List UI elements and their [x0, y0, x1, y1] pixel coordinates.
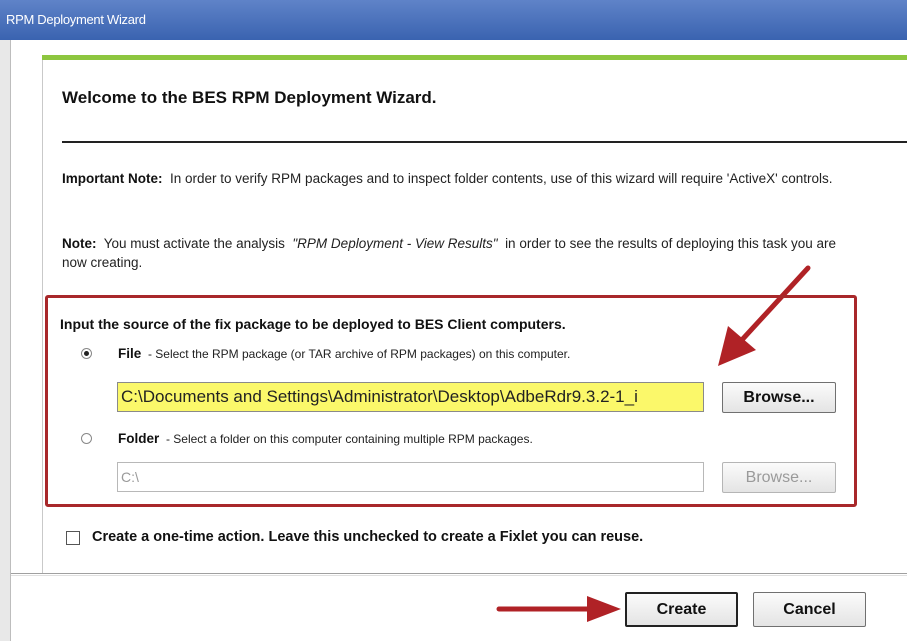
folder-path-input[interactable]: C:\	[117, 462, 704, 492]
file-browse-button[interactable]: Browse...	[722, 382, 836, 413]
create-button[interactable]: Create	[625, 592, 738, 627]
important-note-label: Important Note:	[62, 171, 163, 186]
file-description: - Select the RPM package (or TAR archive…	[147, 347, 571, 361]
file-label: File	[118, 346, 142, 361]
one-time-action-checkbox[interactable]	[66, 531, 80, 545]
title-bar: RPM Deployment Wizard	[0, 0, 907, 40]
panel-border	[42, 60, 43, 574]
folder-option-label: Folder - Select a folder on this compute…	[118, 431, 533, 446]
folder-label: Folder	[118, 431, 160, 446]
cancel-button[interactable]: Cancel	[753, 592, 866, 627]
note-label: Note:	[62, 236, 97, 251]
file-path-input[interactable]: C:\Documents and Settings\Administrator\…	[117, 382, 704, 412]
heading-divider	[62, 141, 907, 143]
footer-divider	[11, 573, 907, 574]
file-option-label: File - Select the RPM package (or TAR ar…	[118, 346, 570, 361]
accent-bar	[42, 55, 907, 60]
important-note-text: In order to verify RPM packages and to i…	[170, 171, 833, 186]
window-frame	[0, 40, 11, 641]
note-text-before: You must activate the analysis	[103, 236, 285, 251]
important-note: Important Note: In order to verify RPM p…	[62, 169, 862, 188]
window-title: RPM Deployment Wizard	[6, 12, 146, 27]
page-title: Welcome to the BES RPM Deployment Wizard…	[62, 88, 437, 107]
analysis-name: "RPM Deployment - View Results"	[292, 236, 498, 251]
one-time-action-label: Create a one-time action. Leave this unc…	[92, 529, 644, 545]
file-radio[interactable]	[81, 348, 92, 359]
annotation-arrow-create	[496, 596, 621, 622]
folder-description: - Select a folder on this computer conta…	[165, 432, 533, 446]
folder-browse-button[interactable]: Browse...	[722, 462, 836, 493]
footer-divider-shadow	[11, 575, 907, 576]
source-section-title: Input the source of the fix package to b…	[60, 316, 566, 332]
folder-radio[interactable]	[81, 433, 92, 444]
